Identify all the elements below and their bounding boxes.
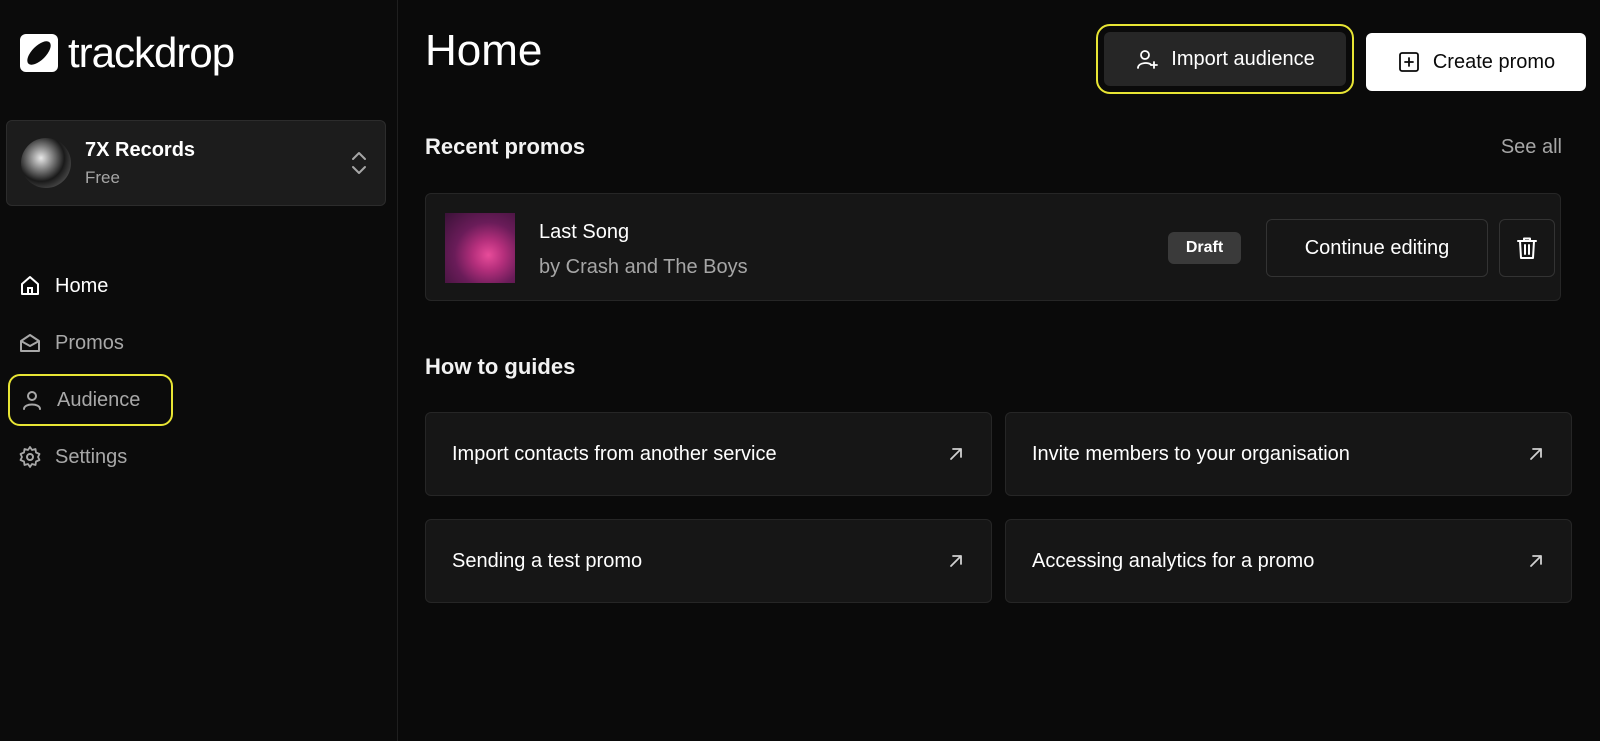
guide-label: Invite members to your organisation — [1032, 442, 1350, 465]
sidebar-item-label: Audience — [57, 388, 141, 411]
delete-button[interactable] — [1499, 219, 1555, 277]
sidebar-item-settings[interactable]: Settings — [8, 431, 173, 483]
guide-card-analytics[interactable]: Accessing analytics for a promo — [1005, 519, 1572, 603]
arrow-up-right-icon — [950, 448, 962, 460]
main-content: Home Import audience Create promo Recent… — [398, 0, 1600, 741]
arrow-up-right-icon — [950, 555, 962, 567]
promo-title: Last Song — [539, 221, 630, 243]
org-switcher[interactable]: 7X Records Free — [6, 120, 386, 206]
org-name: 7X Records — [85, 138, 196, 161]
sidebar-item-label: Promos — [55, 331, 124, 354]
guide-label: Accessing analytics for a promo — [1032, 549, 1315, 572]
logo[interactable]: trackdrop — [18, 29, 235, 76]
promo-artist: by Crash and The Boys — [539, 256, 748, 278]
page-title: Home — [425, 26, 543, 75]
guide-card-invite-members[interactable]: Invite members to your organisation — [1005, 412, 1572, 496]
sidebar: trackdrop 7X Records Free Home Promos Au… — [0, 0, 398, 741]
plus-square-icon — [1398, 52, 1419, 72]
guide-card-import-contacts[interactable]: Import contacts from another service — [425, 412, 992, 496]
import-audience-button[interactable]: Import audience — [1104, 32, 1346, 86]
status-badge: Draft — [1168, 232, 1241, 264]
see-all-link[interactable]: See all — [1501, 136, 1562, 159]
how-to-guides-title: How to guides — [425, 354, 576, 379]
promo-artwork[interactable] — [445, 213, 515, 283]
gear-icon — [19, 446, 41, 468]
sidebar-item-audience[interactable]: Audience — [8, 374, 173, 426]
guide-label: Sending a test promo — [452, 549, 643, 572]
trash-icon — [1517, 237, 1537, 259]
create-promo-label: Create promo — [1432, 50, 1556, 73]
user-icon — [23, 391, 41, 410]
sidebar-item-label: Home — [55, 274, 109, 297]
org-avatar — [21, 138, 71, 188]
mail-open-icon — [20, 334, 40, 352]
sidebar-item-label: Settings — [55, 445, 128, 468]
guide-label: Import contacts from another service — [452, 442, 777, 465]
logo-mark-icon — [20, 34, 58, 72]
sidebar-item-home[interactable]: Home — [8, 260, 173, 312]
logo-text: trackdrop — [68, 29, 235, 76]
arrow-up-right-icon — [1530, 555, 1542, 567]
create-promo-button[interactable]: Create promo — [1366, 33, 1586, 91]
guide-card-test-promo[interactable]: Sending a test promo — [425, 519, 992, 603]
user-plus-icon — [1137, 50, 1159, 69]
org-info: 7X Records Free — [85, 139, 349, 188]
import-audience-highlight: Import audience — [1096, 24, 1354, 94]
promo-row[interactable]: Last Song by Crash and The Boys Draft Co… — [425, 193, 1561, 301]
chevron-up-down-icon — [352, 152, 366, 174]
sidebar-item-promos[interactable]: Promos — [8, 317, 173, 369]
recent-promos-title: Recent promos — [425, 134, 586, 159]
continue-editing-button[interactable]: Continue editing — [1266, 219, 1488, 277]
sidebar-nav: Home Promos Audience Settings — [8, 260, 173, 488]
arrow-up-right-icon — [1530, 448, 1542, 460]
home-icon — [21, 276, 39, 295]
org-plan: Free — [85, 167, 120, 187]
import-audience-label: Import audience — [1171, 47, 1315, 70]
